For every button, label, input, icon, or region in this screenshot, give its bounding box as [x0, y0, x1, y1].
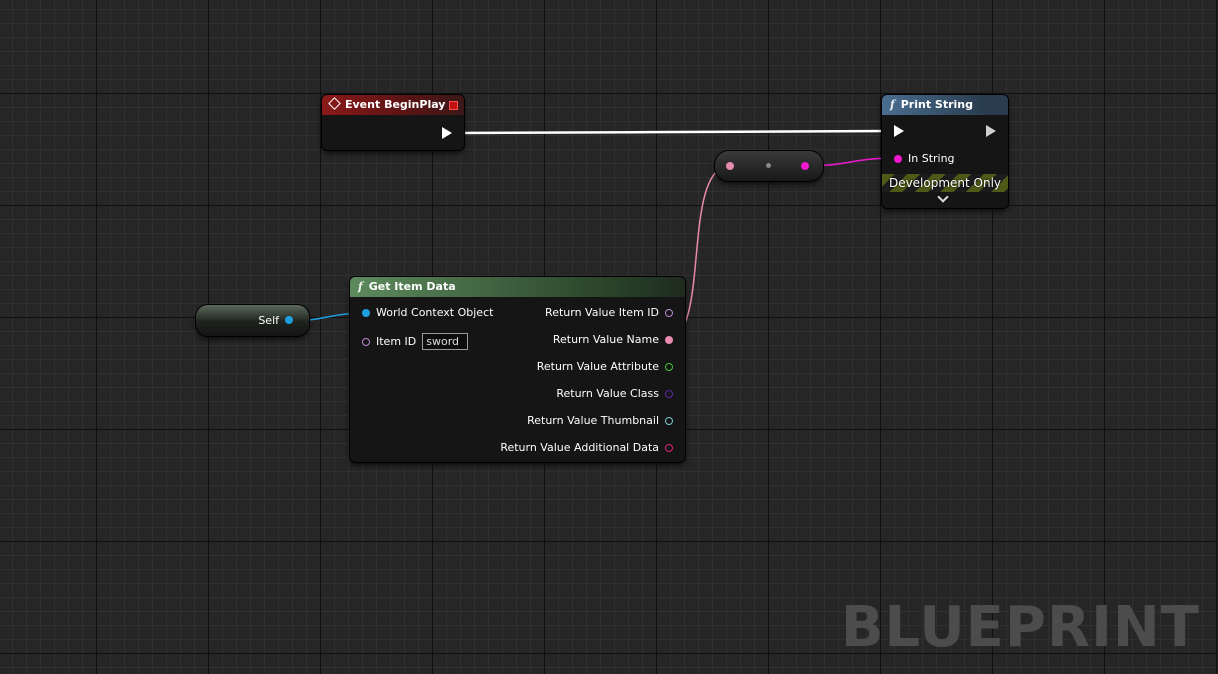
item-id-pin[interactable]: Item ID sword: [362, 333, 469, 350]
blueprint-watermark: BLUEPRINT: [840, 595, 1200, 660]
return-additional-data-label: Return Value Additional Data: [500, 441, 659, 454]
return-class-pin[interactable]: Return Value Class: [556, 387, 673, 400]
name-pin-icon: [665, 335, 673, 344]
exec-arrow-outline-icon: [986, 125, 996, 137]
name-to-string-conversion-node[interactable]: [715, 151, 823, 181]
begin-play-exec-out-pin[interactable]: [442, 127, 452, 139]
map-pin-icon: [665, 443, 673, 452]
return-item-id-label: Return Value Item ID: [545, 306, 659, 319]
event-beginplay-header: Event BeginPlay: [322, 95, 464, 115]
exec-arrow-icon: [442, 127, 452, 139]
exec-wire[interactable]: [453, 129, 896, 135]
string-output-pin-icon[interactable]: [801, 162, 809, 170]
string-pin-icon: [894, 154, 902, 163]
conversion-icon: [766, 163, 771, 168]
return-attribute-pin[interactable]: Return Value Attribute: [537, 360, 673, 373]
event-diamond-icon: [328, 97, 341, 110]
struct-pin-icon: [665, 362, 673, 371]
name-input-pin-icon[interactable]: [726, 162, 734, 170]
in-string-label: In String: [908, 152, 955, 165]
return-thumbnail-pin[interactable]: Return Value Thumbnail: [527, 414, 673, 427]
self-output-pin-icon[interactable]: [285, 316, 293, 324]
print-string-node[interactable]: f Print String In String Development Only: [882, 95, 1008, 208]
return-additional-data-pin[interactable]: Return Value Additional Data: [500, 441, 673, 454]
development-only-label: Development Only: [888, 176, 1002, 190]
world-context-label: World Context Object: [376, 306, 494, 319]
world-context-pin[interactable]: World Context Object: [362, 306, 493, 319]
exec-arrow-icon: [894, 125, 904, 137]
function-icon: f: [358, 280, 363, 293]
return-class-label: Return Value Class: [556, 387, 659, 400]
object-pin-icon: [362, 308, 370, 317]
development-only-banner: Development Only: [882, 174, 1008, 192]
item-id-label: Item ID: [376, 335, 417, 348]
print-string-header: f Print String: [882, 95, 1008, 115]
return-thumbnail-label: Return Value Thumbnail: [527, 414, 659, 427]
expand-chevron-icon[interactable]: [937, 191, 949, 203]
print-string-exec-out-pin[interactable]: [986, 125, 996, 137]
function-icon: f: [890, 98, 895, 111]
in-string-pin[interactable]: In String: [894, 152, 955, 165]
int-pin-icon: [362, 337, 370, 346]
int-pin-icon: [665, 308, 673, 317]
get-item-data-title: Get Item Data: [368, 280, 456, 293]
soft-object-pin-icon: [665, 416, 673, 425]
print-string-exec-in-pin[interactable]: [894, 125, 904, 137]
get-item-data-node[interactable]: f Get Item Data World Context Object Item…: [350, 277, 685, 462]
get-item-data-header: f Get Item Data: [350, 277, 685, 297]
replicate-indicator-icon: [449, 101, 458, 110]
class-pin-icon: [665, 389, 673, 398]
return-name-label: Return Value Name: [552, 333, 659, 346]
event-beginplay-title: Event BeginPlay: [345, 98, 446, 111]
item-id-input[interactable]: sword: [422, 333, 469, 350]
self-label: Self: [258, 314, 279, 327]
return-item-id-pin[interactable]: Return Value Item ID: [545, 306, 673, 319]
return-attribute-label: Return Value Attribute: [536, 360, 659, 373]
return-name-pin[interactable]: Return Value Name: [553, 333, 673, 346]
self-node[interactable]: Self: [196, 305, 309, 336]
event-beginplay-node[interactable]: Event BeginPlay: [322, 95, 464, 150]
print-string-title: Print String: [900, 98, 973, 111]
